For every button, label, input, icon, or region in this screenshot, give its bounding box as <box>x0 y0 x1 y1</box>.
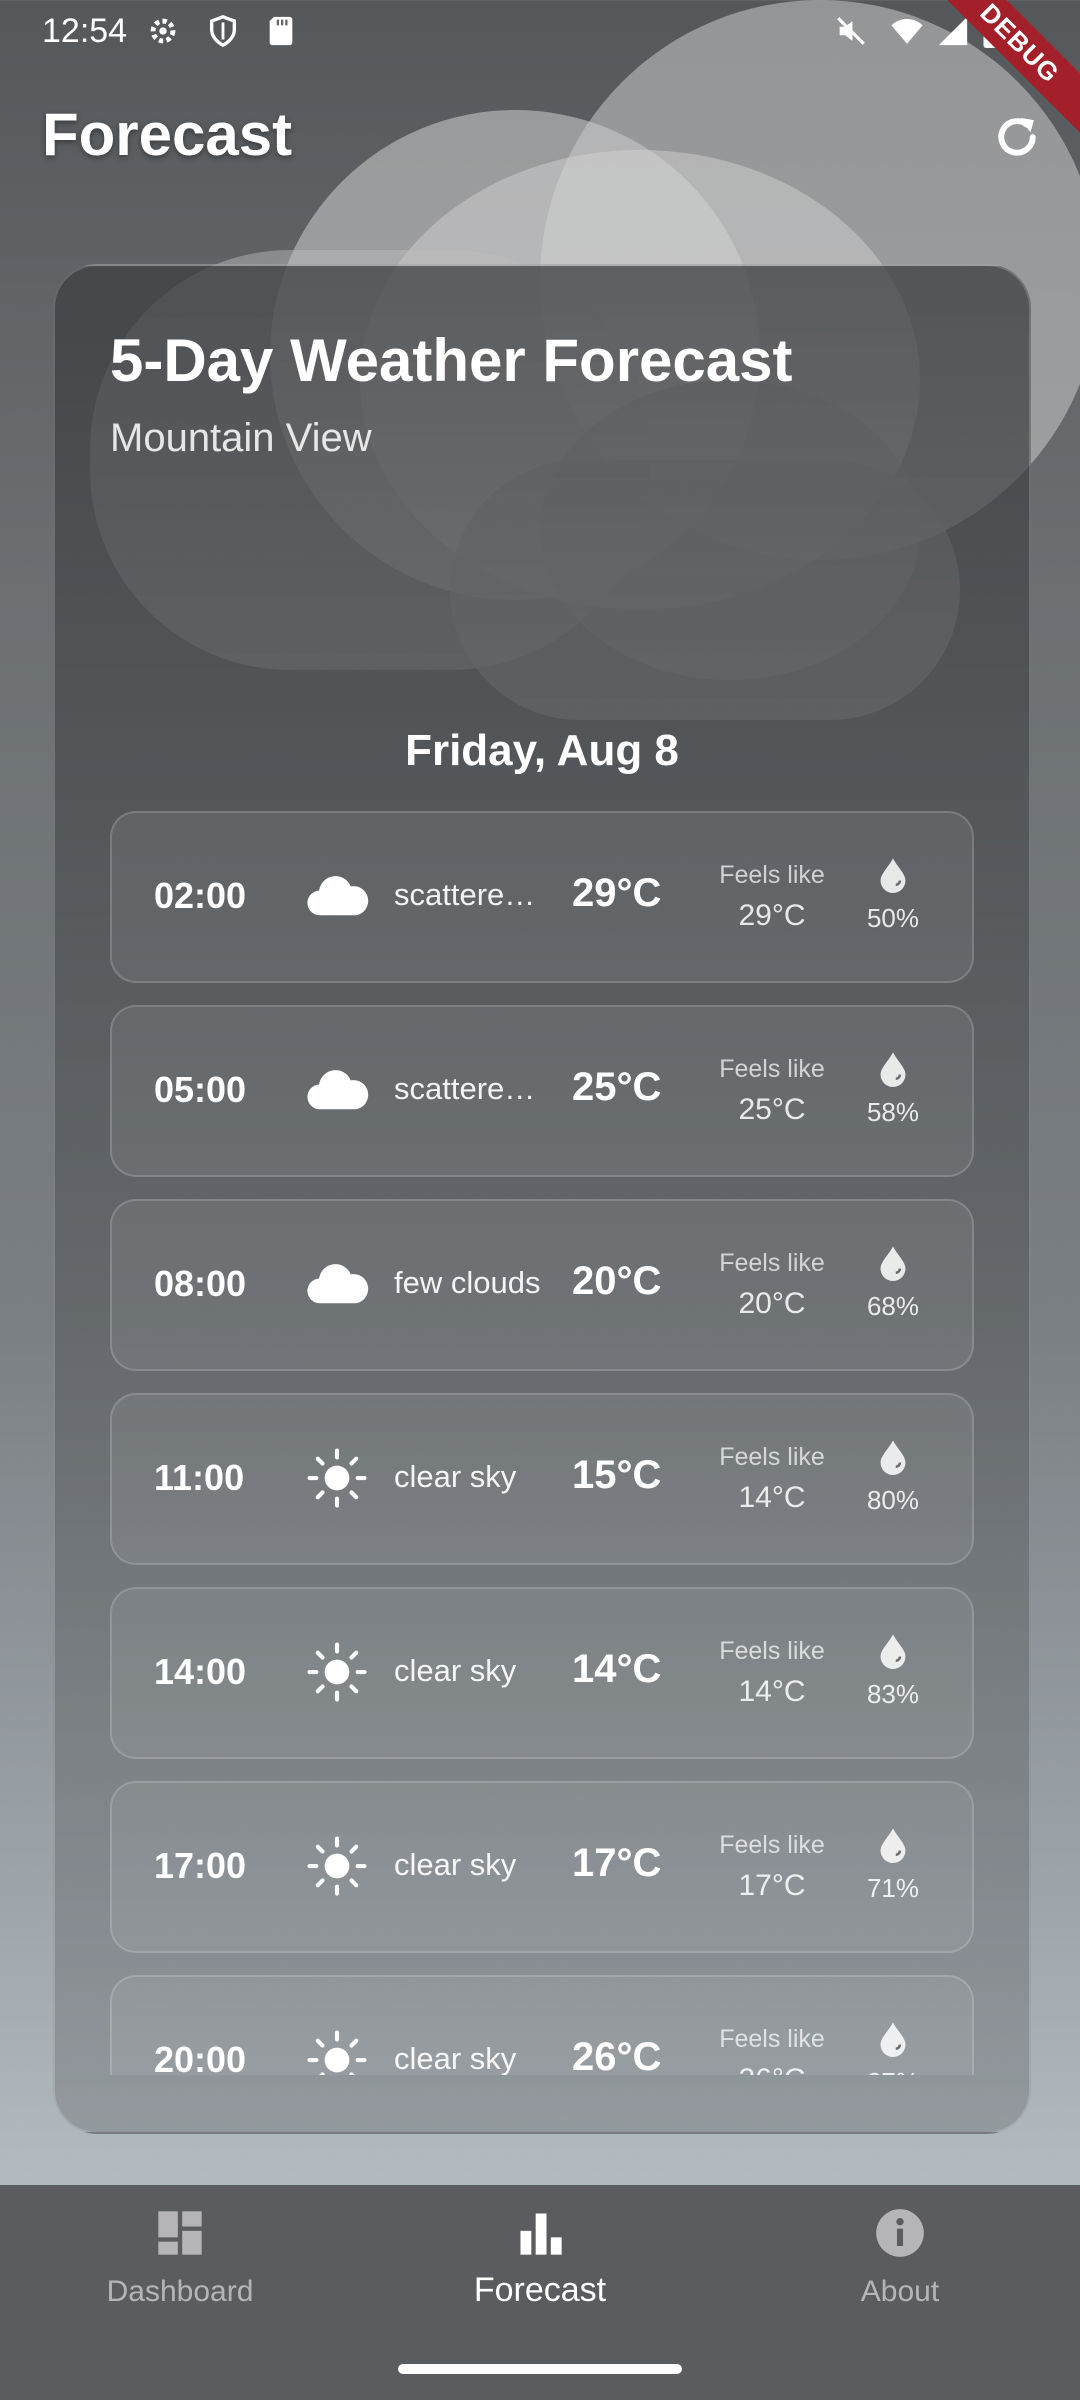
feels-like-value: 29°C <box>738 899 806 932</box>
humidity-drop-icon <box>876 1051 910 1087</box>
forecast-panel: 5-Day Weather Forecast Mountain View Fri… <box>53 264 1031 2134</box>
row-time: 11:00 <box>154 1457 245 1498</box>
row-temperature: 29°C <box>572 871 662 915</box>
humidity-drop-icon <box>876 1439 910 1475</box>
row-time: 08:00 <box>154 1263 247 1304</box>
humidity-drop-icon <box>876 1827 910 1863</box>
feels-like-label: Feels like <box>719 1055 825 1083</box>
feels-like-label: Feels like <box>719 1249 825 1277</box>
nav-item-about[interactable]: About <box>720 2185 1080 2400</box>
feels-like-value: 14°C <box>738 1675 806 1708</box>
nav-label-about: About <box>860 2275 940 2308</box>
page-title: Forecast <box>42 101 293 168</box>
row-temperature: 26°C <box>572 2035 662 2075</box>
forecast-row: 20:00 clear sky 26°C Feels like 26°C 37% <box>110 1975 974 2075</box>
sun-icon <box>304 1833 370 1899</box>
cloud-icon <box>304 863 370 929</box>
gear-icon <box>150 18 176 44</box>
row-temperature: 20°C <box>572 1259 662 1303</box>
sun-icon <box>304 1639 370 1705</box>
shield-icon <box>209 15 237 48</box>
humidity-drop-icon <box>876 1633 910 1669</box>
row-description: few clouds <box>394 1265 541 1300</box>
bar-chart-icon <box>520 2213 562 2255</box>
row-time: 20:00 <box>154 2039 247 2075</box>
feels-like-label: Feels like <box>719 1637 825 1665</box>
status-time: 12:54 <box>42 12 128 50</box>
row-time: 05:00 <box>154 1069 247 1110</box>
feels-like-value: 14°C <box>738 1481 806 1514</box>
feels-like-label: Feels like <box>719 861 825 889</box>
feels-like-value: 26°C <box>702 2063 842 2075</box>
sd-card-icon <box>269 16 293 46</box>
sun-icon <box>304 2027 370 2075</box>
feels-like-value: 25°C <box>738 1093 806 1126</box>
forecast-row: 02:00 scattered clouds 29°C Feels like 29°C 5… <box>110 811 974 983</box>
panel-title: 5-Day Weather Forecast <box>110 327 793 394</box>
mute-icon <box>837 17 865 45</box>
forecast-row: 14:00 clear sky 14°C Feels like 14°C 83% <box>110 1587 974 1759</box>
humidity-value: 37% <box>850 2067 936 2075</box>
humidity-drop-icon <box>876 2021 910 2057</box>
humidity-drop-icon <box>876 857 910 893</box>
humidity-value: 58% <box>866 1097 920 1127</box>
row-description: scattered clouds <box>394 877 542 912</box>
forecast-row: 11:00 clear sky 15°C Feels like 14°C 80% <box>110 1393 974 1565</box>
humidity-value: 50% <box>866 903 920 933</box>
row-description: clear sky <box>394 1653 517 1688</box>
row-temperature: 14°C <box>572 1647 662 1691</box>
day-heading: Friday, Aug 8 <box>405 726 679 775</box>
row-description: scattered clouds <box>394 1071 542 1106</box>
wifi-icon <box>891 18 923 44</box>
status-bar: 12:54 <box>0 0 1080 62</box>
humidity-value: 71% <box>866 1873 920 1903</box>
feels-like-label: Feels like <box>719 1443 825 1471</box>
row-description: clear sky <box>394 1459 517 1494</box>
row-temperature: 17°C <box>572 1841 662 1885</box>
humidity-drop-icon <box>876 1245 910 1281</box>
humidity-value: 68% <box>866 1291 920 1321</box>
feels-like-value: 20°C <box>738 1287 806 1320</box>
info-icon <box>876 2209 924 2257</box>
row-time: 02:00 <box>154 875 247 916</box>
row-description: clear sky <box>394 1847 517 1882</box>
row-time: 17:00 <box>154 1845 247 1886</box>
location-label: Mountain View <box>110 416 372 460</box>
nav-item-dashboard[interactable]: Dashboard <box>0 2185 360 2400</box>
refresh-icon[interactable] <box>990 110 1044 164</box>
forecast-row: 08:00 few clouds 20°C Feels like 20°C 68% <box>110 1199 974 1371</box>
feels-like-label: Feels like <box>719 1831 825 1859</box>
forecast-row: 05:00 scattered clouds 25°C Feels like 25°C 5… <box>110 1005 974 1177</box>
home-indicator <box>398 2364 682 2374</box>
cloud-icon <box>304 1057 370 1123</box>
nav-label-forecast: Forecast <box>473 2271 607 2309</box>
hourly-list[interactable]: 02:00 scattered clouds 29°C Feels like 29°C 5… <box>110 811 974 2075</box>
sun-icon <box>304 1445 370 1511</box>
row-temperature: 25°C <box>572 1065 662 1109</box>
forecast-row: 17:00 clear sky 17°C Feels like 17°C 71% <box>110 1781 974 1953</box>
row-time: 14:00 <box>154 1651 247 1692</box>
cloud-icon <box>304 1251 370 1317</box>
feels-like-value: 17°C <box>738 1869 806 1902</box>
row-description: clear sky <box>394 2041 517 2075</box>
humidity-value: 80% <box>866 1485 920 1515</box>
dashboard-icon <box>158 2211 202 2255</box>
signal-icon <box>938 16 968 46</box>
feels-like-label: Feels like <box>719 2025 825 2053</box>
row-temperature: 15°C <box>572 1453 662 1497</box>
humidity-value: 83% <box>866 1679 920 1709</box>
nav-label-dashboard: Dashboard <box>106 2275 254 2308</box>
